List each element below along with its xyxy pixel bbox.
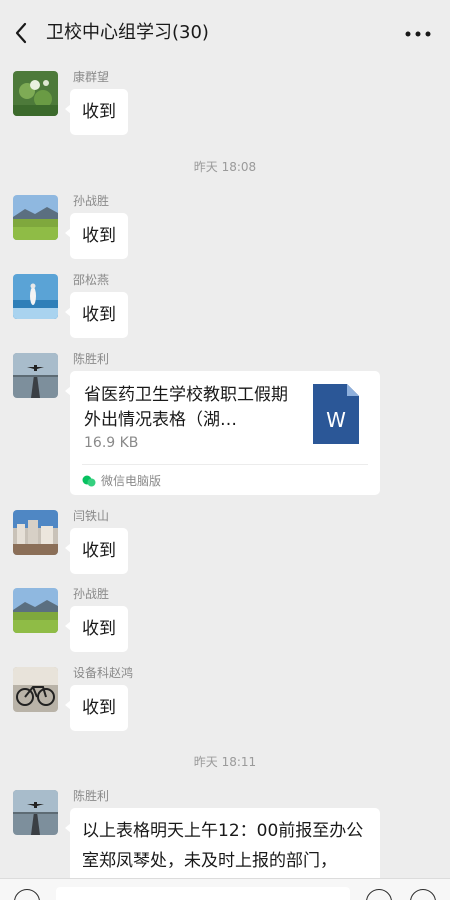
message-bubble[interactable]: 收到 <box>65 606 128 652</box>
avatar[interactable] <box>13 667 58 712</box>
timestamp: 昨天 18:11 <box>193 755 257 769</box>
avatar[interactable] <box>13 353 58 398</box>
avatar[interactable] <box>13 588 58 633</box>
sender-name: 孙战胜 <box>73 587 110 601</box>
card-divider <box>82 464 368 465</box>
sender-name: 陈胜利 <box>73 352 110 366</box>
message-bubble[interactable]: 收到 <box>65 89 128 135</box>
timestamp: 昨天 18:08 <box>193 160 257 174</box>
message-bubble[interactable]: 收到 <box>65 685 128 731</box>
sender-name: 康群望 <box>73 70 110 84</box>
word-icon: W <box>313 384 359 444</box>
voice-toggle-icon[interactable] <box>14 889 40 900</box>
sender-name: 闫铁山 <box>73 509 110 523</box>
svg-text:W: W <box>326 408 346 432</box>
message-bubble[interactable]: 收到 <box>65 528 128 574</box>
file-card[interactable]: 省医药卫生学校教职工假期外出情况表格（湖… 16.9 KB W 微信电脑版 <box>65 371 380 495</box>
avatar[interactable] <box>13 790 58 835</box>
sender-name: 邵松燕 <box>73 273 110 287</box>
message-input[interactable] <box>56 887 350 900</box>
avatar[interactable] <box>13 71 58 116</box>
wechat-pc-icon <box>82 473 96 487</box>
file-size: 16.9 KB <box>84 435 139 451</box>
avatar[interactable] <box>13 274 58 319</box>
chat-title: 卫校中心组学习(30) <box>46 22 209 43</box>
avatar[interactable] <box>13 195 58 240</box>
emoji-icon[interactable] <box>366 889 392 900</box>
message-bubble[interactable]: 收到 <box>65 213 128 259</box>
sender-name: 陈胜利 <box>73 789 110 803</box>
chat-header: 卫校中心组学习(30) <box>0 0 450 66</box>
more-options-icon[interactable] <box>402 22 434 46</box>
input-bar <box>0 878 450 900</box>
plus-icon[interactable] <box>410 889 436 900</box>
message-bubble[interactable]: 收到 <box>65 292 128 338</box>
sender-name: 设备科赵鸿 <box>73 666 134 680</box>
back-arrow-icon[interactable] <box>10 21 34 45</box>
message-bubble[interactable]: 以上表格明天上午12：00前报至办公室郑凤琴处，未及时上报的部门， <box>65 808 380 884</box>
avatar[interactable] <box>13 510 58 555</box>
sender-name: 孙战胜 <box>73 194 110 208</box>
file-name: 省医药卫生学校教职工假期外出情况表格（湖… <box>84 385 288 430</box>
file-source: 微信电脑版 <box>101 474 162 488</box>
